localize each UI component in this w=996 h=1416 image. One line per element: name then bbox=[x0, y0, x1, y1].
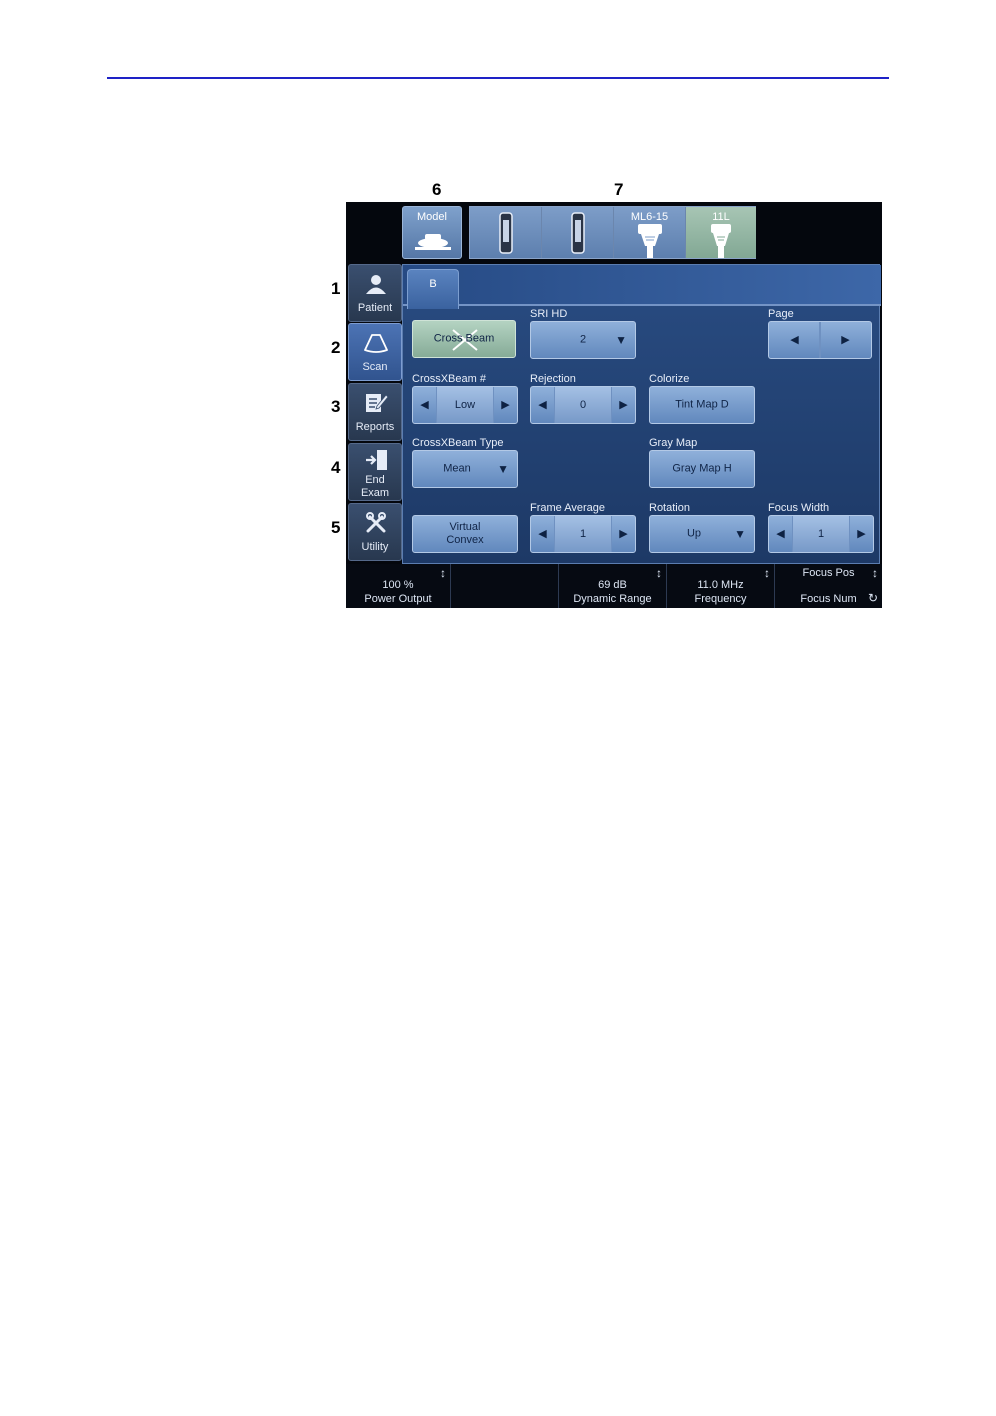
crossxbeam-num-stepper: ◀ Low ▶ bbox=[412, 386, 518, 424]
transesophageal-probe-icon bbox=[571, 212, 585, 254]
probe-slot-11l[interactable]: 11L bbox=[686, 207, 756, 258]
updown-arrow-icon: ↕ bbox=[656, 566, 662, 580]
page-label: Page bbox=[768, 308, 794, 320]
crossxbeam-type-label: CrossXBeam Type bbox=[412, 437, 504, 449]
focus-width-stepper: ◀ 1 ▶ bbox=[768, 515, 874, 553]
exit-door-icon bbox=[366, 450, 387, 470]
probe-label-11l: 11L bbox=[712, 211, 730, 223]
callout-6: 6 bbox=[432, 180, 442, 199]
callout-1: 1 bbox=[331, 279, 341, 298]
ultrasound-touch-panel: Model ML6-15 11L Patient Scan Reports En… bbox=[346, 202, 882, 608]
frame-average-decrease[interactable]: ◀ bbox=[531, 516, 555, 552]
virtual-convex-button[interactable]: Virtual Convex bbox=[412, 515, 518, 553]
model-button[interactable]: Model bbox=[402, 206, 462, 259]
callout-7: 7 bbox=[614, 180, 624, 199]
focus-width-label: Focus Width bbox=[768, 502, 830, 514]
callout-2: 2 bbox=[331, 338, 341, 357]
tab-b-mode[interactable]: B bbox=[407, 269, 459, 309]
focus-width-increase[interactable]: ▶ bbox=[849, 516, 873, 552]
gray-map-label: Gray Map bbox=[649, 437, 698, 449]
status-bar: ↕ 100 % Power Output ↕ 69 dB Dynamic Ran… bbox=[346, 564, 882, 608]
cross-beam-button[interactable]: Cross Beam bbox=[412, 320, 516, 358]
crossxbeam-num-increase[interactable]: ▶ bbox=[493, 387, 517, 423]
colorize-button[interactable]: Tint Map D bbox=[649, 386, 755, 424]
probe-selector: ML6-15 11L bbox=[469, 206, 756, 259]
gray-map-button[interactable]: Gray Map H bbox=[649, 450, 755, 488]
frame-average-increase[interactable]: ▶ bbox=[611, 516, 635, 552]
mode-tab-bar bbox=[403, 265, 881, 305]
crossxbeam-num-label: CrossXBeam # bbox=[412, 373, 486, 385]
page-top-rule bbox=[107, 77, 889, 79]
page-next-button[interactable]: ▶ bbox=[819, 322, 871, 358]
power-output-control[interactable]: ↕ 100 % Power Output bbox=[346, 564, 450, 608]
rejection-value: 0 bbox=[555, 387, 611, 423]
sidebar-tab-end-exam[interactable]: End Exam bbox=[348, 443, 402, 501]
sidebar-tab-scan[interactable]: Scan bbox=[348, 323, 402, 381]
crossxbeam-type-dropdown[interactable]: Mean ▼ bbox=[412, 450, 518, 488]
rejection-stepper: ◀ 0 ▶ bbox=[530, 386, 636, 424]
person-icon bbox=[366, 275, 386, 294]
probe-label-ml6-15: ML6-15 bbox=[630, 211, 669, 223]
model-label: Model bbox=[417, 211, 447, 223]
probe-slot-2[interactable] bbox=[542, 207, 614, 258]
focus-width-decrease[interactable]: ◀ bbox=[769, 516, 793, 552]
crossxbeam-num-value: Low bbox=[437, 387, 493, 423]
report-pencil-icon bbox=[366, 394, 389, 412]
rotation-dropdown[interactable]: Up ▼ bbox=[649, 515, 755, 553]
status-empty-slot bbox=[450, 564, 558, 608]
probe-slot-ml6-15[interactable]: ML6-15 bbox=[614, 207, 686, 258]
scan-probe-icon bbox=[364, 334, 388, 353]
crossxbeam-num-decrease[interactable]: ◀ bbox=[413, 387, 437, 423]
rejection-label: Rejection bbox=[530, 373, 576, 385]
colorize-label: Colorize bbox=[649, 373, 690, 385]
sidebar-tab-patient[interactable]: Patient bbox=[348, 264, 402, 322]
page-stepper: ◀ ▶ bbox=[768, 321, 872, 359]
probe-slot-1[interactable] bbox=[470, 207, 542, 258]
focus-pos-label: Focus Pos bbox=[802, 567, 855, 579]
focus-width-value: 1 bbox=[793, 516, 849, 552]
sidebar-tab-utility[interactable]: Utility bbox=[348, 503, 402, 561]
linear-probe-icon bbox=[711, 224, 731, 258]
sidebar-tab-reports[interactable]: Reports bbox=[348, 383, 402, 441]
frame-average-stepper: ◀ 1 ▶ bbox=[530, 515, 636, 553]
sri-hd-dropdown[interactable]: 2 ▼ bbox=[530, 321, 636, 359]
chevron-down-icon: ▼ bbox=[615, 333, 627, 347]
frame-average-value: 1 bbox=[555, 516, 611, 552]
rejection-increase[interactable]: ▶ bbox=[611, 387, 635, 423]
model-probe-icon bbox=[415, 234, 451, 250]
focus-control[interactable]: ↕ Focus Pos Focus Num ↻ bbox=[774, 564, 882, 608]
callout-4: 4 bbox=[331, 458, 341, 477]
rejection-decrease[interactable]: ◀ bbox=[531, 387, 555, 423]
focus-num-label: Focus Num bbox=[800, 593, 857, 605]
updown-arrow-icon: ↕ bbox=[764, 566, 770, 580]
tab-underline bbox=[403, 304, 881, 306]
chevron-down-icon: ▼ bbox=[497, 462, 509, 476]
frequency-control[interactable]: ↕ 11.0 MHz Frequency bbox=[666, 564, 774, 608]
chevron-down-icon: ▼ bbox=[734, 527, 746, 541]
callout-3: 3 bbox=[331, 397, 341, 416]
scan-controls-panel: B Cross Beam SRI HD 2 ▼ Page ◀ ▶ CrossXB… bbox=[402, 264, 881, 564]
tools-icon bbox=[366, 512, 386, 533]
updown-arrow-icon: ↕ bbox=[440, 566, 446, 580]
rotate-icon: ↻ bbox=[867, 591, 878, 605]
sri-hd-label: SRI HD bbox=[530, 308, 568, 320]
page-prev-button[interactable]: ◀ bbox=[769, 322, 821, 358]
linear-probe-icon bbox=[638, 224, 662, 258]
callout-5: 5 bbox=[331, 518, 341, 537]
transesophageal-probe-icon bbox=[499, 212, 513, 254]
dynamic-range-control[interactable]: ↕ 69 dB Dynamic Range bbox=[558, 564, 666, 608]
rotation-label: Rotation bbox=[649, 502, 690, 514]
frame-average-label: Frame Average bbox=[530, 502, 606, 514]
